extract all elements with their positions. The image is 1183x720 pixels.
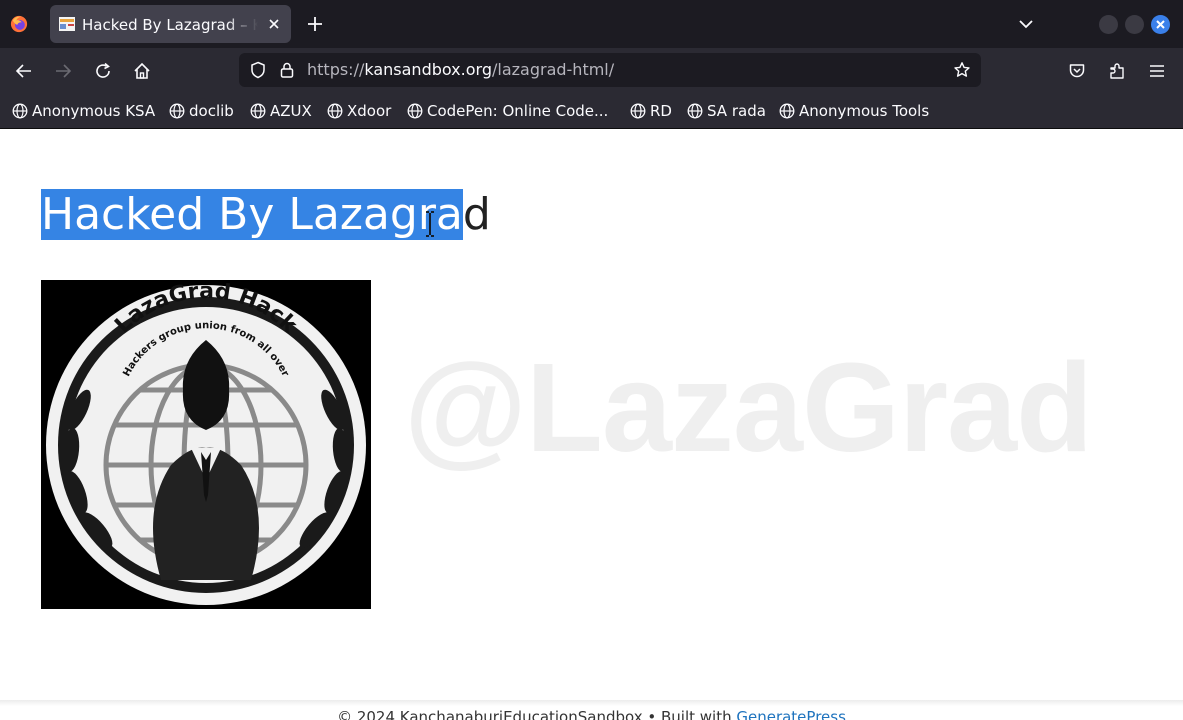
firefox-logo-icon[interactable] (10, 15, 28, 33)
bookmark-item[interactable]: CodePen: Online Code... (407, 101, 608, 121)
hamburger-menu-icon[interactable] (1148, 62, 1166, 80)
url-path: /lazagrad-html/ (491, 60, 615, 79)
maximize-button[interactable] (1125, 15, 1144, 34)
globe-icon (630, 103, 646, 119)
navigation-toolbar: https://kansandbox.org/lazagrad-html/ (0, 48, 1183, 94)
bookmarks-toolbar: Anonymous KSA doclib AZUX Xdoor CodePen:… (0, 94, 1183, 129)
anonymous-emblem-icon: LazaGrad Hack Hackers group union from a… (41, 279, 371, 609)
url-scheme: https:// (307, 60, 365, 79)
bookmark-item[interactable]: AZUX (250, 101, 312, 121)
globe-icon (169, 103, 185, 119)
reload-icon[interactable] (94, 62, 112, 80)
tab-title: Hacked By Lazagrad – KansandboxEducation (82, 16, 258, 34)
close-icon[interactable] (266, 16, 282, 32)
globe-icon (250, 103, 266, 119)
window-close-button[interactable] (1151, 15, 1170, 34)
bookmark-label: Anonymous KSA (32, 102, 156, 120)
globe-icon (407, 103, 423, 119)
minimize-button[interactable] (1099, 15, 1118, 34)
site-favicon-icon (59, 17, 75, 31)
active-tab[interactable]: Hacked By Lazagrad – KansandboxEducation (50, 5, 291, 43)
site-footer: © 2024 KanchanaburiEducationSandbox • Bu… (0, 702, 1183, 720)
globe-icon (327, 103, 343, 119)
url-host: kansandbox.org (364, 60, 492, 79)
globe-icon (779, 103, 795, 119)
url-text[interactable]: https://kansandbox.org/lazagrad-html/ (307, 61, 614, 79)
globe-icon (687, 103, 703, 119)
lock-icon[interactable] (278, 61, 296, 79)
globe-icon (12, 103, 28, 119)
footer-copyright: © 2024 KanchanaburiEducationSandbox • Bu… (337, 708, 737, 720)
bookmark-item[interactable]: RD (630, 101, 672, 121)
hacker-group-logo-image: LazaGrad Hack Hackers group union from a… (41, 279, 371, 609)
unselected-title-text: d (462, 189, 491, 240)
bookmark-label: RD (650, 102, 672, 120)
selected-title-text: Hacked By Lazagra (41, 189, 463, 240)
bookmark-label: CodePen: Online Code... (427, 102, 609, 120)
bookmark-label: SA rada (707, 102, 766, 120)
new-tab-plus-icon[interactable] (306, 15, 324, 33)
bookmark-label: AZUX (270, 102, 312, 120)
address-bar[interactable]: https://kansandbox.org/lazagrad-html/ (239, 53, 981, 87)
bookmark-label: Xdoor (347, 102, 392, 120)
bookmark-item[interactable]: Xdoor (327, 101, 391, 121)
text-cursor-icon (426, 211, 434, 237)
watermark-text: @LazaGrad (404, 337, 1093, 478)
bookmark-item[interactable]: SA rada (687, 101, 766, 121)
bookmark-label: Anonymous Tools (799, 102, 930, 120)
bookmark-star-icon[interactable] (953, 61, 971, 79)
tab-strip: Hacked By Lazagrad – KansandboxEducation (0, 0, 1183, 48)
close-icon (1156, 20, 1165, 29)
bookmark-item[interactable]: Anonymous Tools (779, 101, 929, 121)
pocket-icon[interactable] (1068, 62, 1086, 80)
home-icon[interactable] (133, 62, 151, 80)
extensions-puzzle-icon[interactable] (1108, 62, 1126, 80)
bookmark-item[interactable]: doclib (169, 101, 234, 121)
chevron-down-icon[interactable] (1018, 16, 1034, 32)
tracking-shield-icon[interactable] (249, 61, 267, 79)
bookmark-item[interactable]: Anonymous KSA (12, 101, 155, 121)
back-arrow-icon[interactable] (15, 62, 33, 80)
generatepress-link[interactable]: GeneratePress (736, 708, 846, 720)
bookmark-label: doclib (189, 102, 234, 120)
forward-arrow-icon[interactable] (54, 62, 72, 80)
